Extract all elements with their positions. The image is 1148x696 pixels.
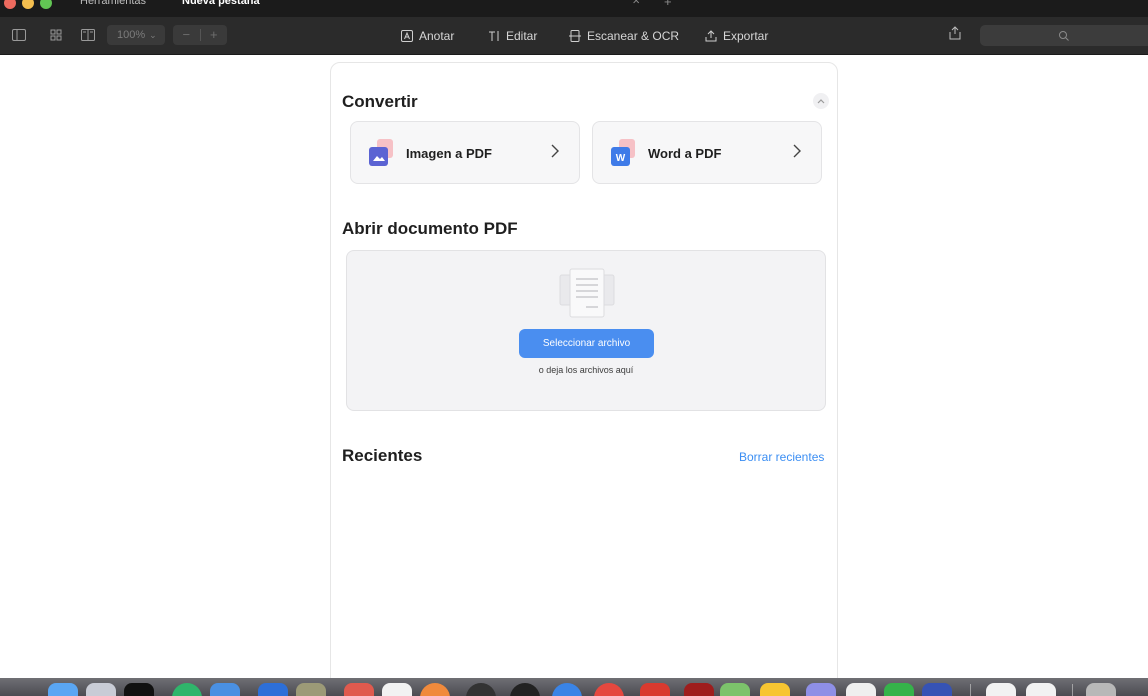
- app-icon-red-2[interactable]: [640, 683, 670, 696]
- edit-label: Editar: [506, 29, 538, 43]
- zoom-stepper: − +: [173, 25, 227, 45]
- export-icon: [705, 30, 717, 42]
- launchpad-icon[interactable]: [86, 683, 116, 696]
- minimize-window-button[interactable]: [22, 0, 34, 9]
- app-icon-white-4[interactable]: [1026, 683, 1056, 696]
- scan-ocr-button[interactable]: Escanear & OCR: [569, 27, 679, 45]
- word-to-pdf-card[interactable]: W Word a PDF: [592, 121, 822, 184]
- svg-text:W: W: [616, 153, 626, 164]
- chevron-right-icon: [793, 144, 801, 163]
- annotate-label: Anotar: [419, 29, 455, 43]
- share-icon[interactable]: [949, 26, 961, 45]
- word-to-pdf-label: Word a PDF: [648, 146, 722, 161]
- zoom-value: 100%: [117, 29, 146, 41]
- tab-nueva-pestana[interactable]: Nueva pestaña: [182, 0, 260, 9]
- annotate-button[interactable]: Anotar: [401, 27, 454, 45]
- app-icon-multicolor[interactable]: [720, 683, 750, 696]
- image-file-icon: [369, 139, 395, 169]
- scan-ocr-label: Escanear & OCR: [587, 29, 680, 43]
- zoom-out-button[interactable]: −: [173, 25, 200, 45]
- fullscreen-window-button[interactable]: [40, 0, 52, 9]
- dock-divider: [1072, 684, 1073, 696]
- collapse-button[interactable]: [813, 93, 829, 109]
- app-window: Herramientas Nueva pestaña ✕ + 100% ⌄ − +…: [0, 0, 1148, 696]
- text-edit-icon: [489, 31, 499, 41]
- export-button[interactable]: Exportar: [705, 27, 768, 45]
- sidebar-toggle-icon[interactable]: [11, 28, 27, 42]
- documents-icon: [558, 267, 616, 326]
- terminal-icon[interactable]: [124, 683, 154, 696]
- open-pdf-title: Abrir documento PDF: [342, 219, 518, 238]
- app-icon-navy[interactable]: [922, 683, 952, 696]
- page-layout-icon[interactable]: [80, 28, 96, 42]
- tab-bar: Herramientas Nueva pestaña ✕ +: [0, 0, 1148, 17]
- calendar-icon[interactable]: [344, 683, 374, 696]
- convert-title: Convertir: [342, 92, 418, 111]
- search-input[interactable]: [980, 25, 1148, 46]
- image-to-pdf-card[interactable]: Imagen a PDF: [350, 121, 580, 184]
- app-icon-maroon[interactable]: [684, 683, 714, 696]
- zoom-select[interactable]: 100% ⌄: [107, 25, 165, 45]
- chevron-down-icon: ⌄: [149, 30, 157, 40]
- app-icon-white-3[interactable]: [986, 683, 1016, 696]
- app-icon-blue-2[interactable]: [258, 683, 288, 696]
- app-icon-blue[interactable]: [210, 683, 240, 696]
- file-dropzone[interactable]: Seleccionar archivo o deja los archivos …: [346, 250, 826, 411]
- dock-divider: [970, 684, 971, 696]
- new-tab-icon[interactable]: +: [664, 0, 672, 9]
- app-icon-olive[interactable]: [296, 683, 326, 696]
- chevron-up-icon: [817, 99, 825, 104]
- app-icon-white[interactable]: [382, 683, 412, 696]
- finder-icon[interactable]: [48, 683, 78, 696]
- trash-icon[interactable]: [1086, 683, 1116, 696]
- clear-recents-link[interactable]: Borrar recientes: [739, 450, 824, 464]
- annotate-icon: [401, 30, 413, 42]
- app-icon-green-2[interactable]: [884, 683, 914, 696]
- edit-button[interactable]: Editar: [488, 27, 537, 45]
- tab-herramientas[interactable]: Herramientas: [80, 0, 146, 9]
- close-tab-icon[interactable]: ✕: [632, 0, 640, 7]
- select-file-button[interactable]: Seleccionar archivo: [519, 329, 654, 358]
- word-file-icon: W: [611, 139, 637, 169]
- image-to-pdf-label: Imagen a PDF: [406, 146, 492, 161]
- app-icon-white-2[interactable]: [846, 683, 876, 696]
- app-icon-purple[interactable]: [806, 683, 836, 696]
- export-label: Exportar: [723, 29, 769, 43]
- start-panel: Convertir Imagen a PDF W Word a PDF Abri…: [330, 62, 838, 692]
- toolbar: 100% ⌄ − + Anotar Editar Escanear & OCR E…: [0, 17, 1148, 55]
- notes-icon[interactable]: [760, 683, 790, 696]
- search-icon: [1058, 29, 1070, 47]
- close-window-button[interactable]: [4, 0, 16, 9]
- scan-icon: [569, 30, 581, 42]
- grid-view-icon[interactable]: [48, 28, 64, 42]
- chevron-right-icon: [551, 144, 559, 163]
- drop-hint: o deja los archivos aquí: [538, 365, 634, 375]
- zoom-in-button[interactable]: +: [201, 25, 228, 45]
- recents-title: Recientes: [342, 446, 423, 465]
